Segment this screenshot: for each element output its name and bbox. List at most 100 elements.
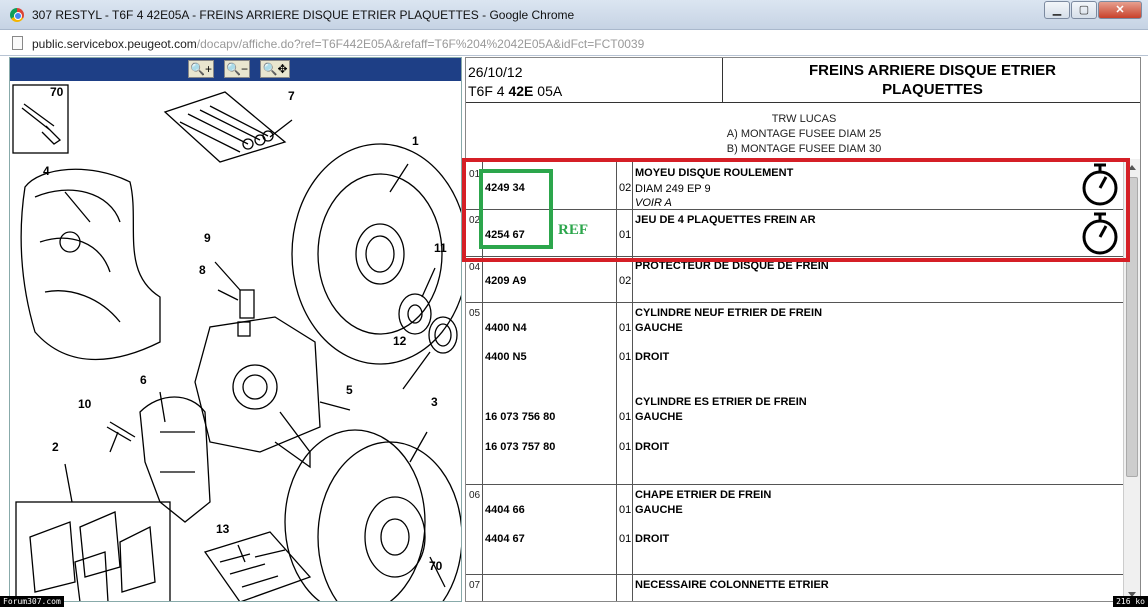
row-number: 05 <box>469 308 481 319</box>
part-side: DROIT <box>635 441 670 453</box>
brake-disc-a <box>284 429 426 601</box>
code-part-a: T6F 4 <box>468 83 509 99</box>
stopwatch-icon[interactable] <box>1080 210 1120 256</box>
exploded-brake-diagram: 70 7 1 4 9 8 11 6 12 10 5 3 2 13 70 <box>12 84 461 601</box>
page-title: FREINS ARRIERE DISQUE ETRIER PLAQUETTES <box>723 61 1140 99</box>
part-quantity: 01 <box>619 322 632 334</box>
vertical-scrollbar[interactable] <box>1123 159 1140 601</box>
part-title: CHAPE ETRIER DE FREIN <box>635 489 772 501</box>
part-title: JEU DE 4 PLAQUETTES FREIN AR <box>635 214 816 226</box>
chrome-logo-icon <box>10 8 24 22</box>
watermark-site: Forum307.com <box>0 596 64 607</box>
table-row[interactable]: 05 CYLINDRE NEUF ETRIER DE FREIN 4400 N4… <box>466 302 1140 484</box>
bleed-screw <box>239 289 255 319</box>
part-quantity: 01 <box>619 504 632 516</box>
stopwatch-icon[interactable] <box>1080 161 1120 207</box>
pin-kit-box <box>163 91 287 163</box>
callout-label: 6 <box>140 373 147 387</box>
part-side: GAUCHE <box>635 504 683 516</box>
part-side: DROIT <box>635 533 670 545</box>
subheader-brand: TRW LUCAS <box>771 113 837 125</box>
part-title: PROTECTEUR DE DISQUE DE FREIN <box>635 260 829 272</box>
header-date: 26/10/12 <box>468 64 523 80</box>
part-quantity: 01 <box>619 533 632 545</box>
zoom-fit-button[interactable]: 🔍✥ <box>260 60 290 78</box>
close-button[interactable]: ✕ <box>1098 1 1142 19</box>
subheader: TRW LUCAS A) MONTAGE FUSEE DIAM 25 B) MO… <box>466 112 1140 157</box>
minimize-button[interactable]: ▁ <box>1044 1 1070 19</box>
maximize-button[interactable]: ▢ <box>1071 1 1097 19</box>
url-text[interactable]: public.servicebox.peugeot.com/docapv/aff… <box>32 37 644 51</box>
title-line-2: PLAQUETTES <box>882 81 983 98</box>
table-row[interactable]: 06 CHAPE ETRIER DE FREIN 4404 66 01 GAUC… <box>466 484 1140 574</box>
callout-label: 10 <box>78 397 92 411</box>
part-side: GAUCHE <box>635 322 683 334</box>
diagram-callouts: 70 7 1 4 9 8 11 6 12 10 5 3 2 13 70 <box>43 85 447 573</box>
callout-label: 4 <box>43 164 50 178</box>
row-number: 01 <box>469 169 481 180</box>
scroll-thumb[interactable] <box>1126 177 1138 477</box>
parts-header: 26/10/12 T6F 4 42E 05A FREINS ARRIERE DI… <box>466 58 1140 103</box>
part-quantity: 01 <box>619 441 632 453</box>
pads-inset <box>15 501 171 601</box>
header-meta: 26/10/12 T6F 4 42E 05A <box>466 58 723 103</box>
subheader-variant-b: B) MONTAGE FUSEE DIAM 30 <box>726 143 882 155</box>
part-reference[interactable]: 4209 A9 <box>485 275 526 287</box>
code-part-b: 42E <box>508 83 534 99</box>
part-title: CYLINDRE ES ETRIER DE FREIN <box>635 396 807 408</box>
backing-plate <box>20 168 161 361</box>
page-icon <box>12 36 23 50</box>
callout-label: 8 <box>199 263 206 277</box>
window-title: 307 RESTYL - T6F 4 42E05A - FREINS ARRIE… <box>32 8 575 22</box>
part-quantity: 01 <box>619 229 632 241</box>
table-row[interactable]: 01 4249 34 02 MOYEU DISQUE ROULEMENT DIA… <box>466 159 1140 209</box>
zoom-in-button[interactable]: 🔍+ <box>188 60 214 78</box>
part-reference[interactable]: 4400 N4 <box>485 322 527 334</box>
part-note[interactable]: VOIR A <box>635 197 672 209</box>
table-row[interactable]: 07 NECESSAIRE COLONNETTE ETRIER <box>466 574 1140 601</box>
scroll-up-arrow-icon[interactable] <box>1128 165 1136 170</box>
callout-label: 9 <box>204 231 211 245</box>
part-side: DROIT <box>635 351 670 363</box>
part-quantity: 01 <box>619 351 632 363</box>
caliper <box>194 316 321 453</box>
part-reference[interactable]: 4249 34 <box>485 182 525 194</box>
row-number: 04 <box>469 262 481 273</box>
zoom-toolbar: 🔍+ 🔍− 🔍✥ <box>10 58 461 81</box>
part-reference[interactable]: 4404 67 <box>485 533 525 545</box>
address-bar[interactable]: public.servicebox.peugeot.com/docapv/aff… <box>0 30 1148 56</box>
part-reference[interactable]: 4400 N5 <box>485 351 527 363</box>
part-reference[interactable]: 4404 66 <box>485 504 525 516</box>
zoom-out-button[interactable]: 🔍− <box>224 60 250 78</box>
window-titlebar: 307 RESTYL - T6F 4 42E05A - FREINS ARRIE… <box>0 0 1148 30</box>
part-reference[interactable]: 16 073 757 80 <box>485 441 555 453</box>
table-row[interactable]: 04 4209 A9 02 PROTECTEUR DE DISQUE DE FR… <box>466 256 1140 302</box>
part-reference[interactable]: 4254 67 <box>485 229 525 241</box>
title-line-1: FREINS ARRIERE DISQUE ETRIER <box>809 62 1056 79</box>
part-title: CYLINDRE NEUF ETRIER DE FREIN <box>635 307 823 319</box>
window-controls: ▁ ▢ ✕ <box>1043 1 1142 19</box>
part-title: NECESSAIRE COLONNETTE ETRIER <box>635 579 829 591</box>
subheader-variant-a: A) MONTAGE FUSEE DIAM 25 <box>726 128 882 140</box>
header-code: T6F 4 42E 05A <box>468 83 562 99</box>
part-side: GAUCHE <box>635 411 683 423</box>
callout-label: 7 <box>288 89 295 103</box>
caliper-carrier <box>139 396 211 523</box>
callout-label: 12 <box>393 334 407 348</box>
hub-cap <box>428 316 458 354</box>
part-reference[interactable]: 16 073 756 80 <box>485 411 555 423</box>
bearing-nut <box>398 293 432 335</box>
parts-panel: 26/10/12 T6F 4 42E 05A FREINS ARRIERE DI… <box>465 57 1141 602</box>
url-path: /docapv/affiche.do?ref=T6F442E05A&refaff… <box>196 37 645 51</box>
part-quantity: 01 <box>619 411 632 423</box>
row-number: 07 <box>469 580 481 591</box>
file-size: 216 ko <box>1113 596 1148 607</box>
part-detail: DIAM 249 EP 9 <box>635 183 711 195</box>
callout-label: 13 <box>216 522 230 536</box>
callout-label: 3 <box>431 395 438 409</box>
row-number: 02 <box>469 215 481 226</box>
callout-label: 11 <box>434 241 447 255</box>
url-host: public.servicebox.peugeot.com <box>32 37 197 51</box>
callout-label: 5 <box>346 383 353 397</box>
ref-annotation: REF <box>558 222 588 238</box>
